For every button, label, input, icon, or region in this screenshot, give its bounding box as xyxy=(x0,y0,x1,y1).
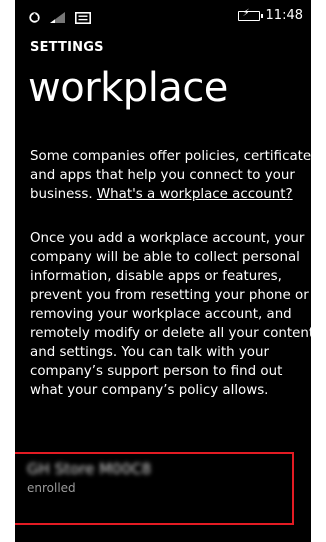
description-line: information, disable apps or features, xyxy=(30,269,282,284)
account-name: GH Store M00C8 xyxy=(27,460,152,478)
status-icons-left xyxy=(29,9,91,28)
battery-charging-icon: ⚡ xyxy=(237,8,263,21)
intro-line: and apps that help you connect to your xyxy=(30,168,295,183)
clock: 11:48 xyxy=(265,8,303,23)
signal-icon xyxy=(49,9,66,28)
description-line: removing your workplace account, and xyxy=(30,307,292,322)
page-title: workplace xyxy=(28,65,228,111)
intro-paragraph: Some companies offer policies, certifica… xyxy=(30,147,311,204)
description-line: what your company’s policy allows. xyxy=(30,383,269,398)
section-label: SETTINGS xyxy=(30,40,104,55)
description-line: remotely modify or delete all your conte… xyxy=(30,326,311,341)
description-paragraph: Once you add a workplace account, your c… xyxy=(30,229,311,400)
workplace-account-item[interactable]: GH Store M00C8 enrolled xyxy=(15,452,294,525)
status-bar: ⚡ 11:48 xyxy=(15,0,311,32)
description-line: and settings. You can talk with your xyxy=(30,345,269,360)
description-line: Once you add a workplace account, your xyxy=(30,231,305,246)
message-icon xyxy=(75,9,91,28)
intro-line-last: business. What's a workplace account? xyxy=(30,185,311,204)
description-line: company will be able to collect personal xyxy=(30,250,300,265)
sync-icon xyxy=(29,9,40,28)
description-line: prevent you from resetting your phone or xyxy=(30,288,309,303)
intro-line-text: business. xyxy=(30,187,93,202)
account-status: enrolled xyxy=(27,481,76,495)
phone-screen: ⚡ 11:48 SETTINGS workplace Some companie… xyxy=(15,0,311,542)
status-icons-right: ⚡ 11:48 xyxy=(237,8,303,23)
workplace-account-help-link[interactable]: What's a workplace account? xyxy=(97,187,293,202)
description-line: company’s support person to find out xyxy=(30,364,283,379)
intro-line: Some companies offer policies, certifica… xyxy=(30,149,311,164)
